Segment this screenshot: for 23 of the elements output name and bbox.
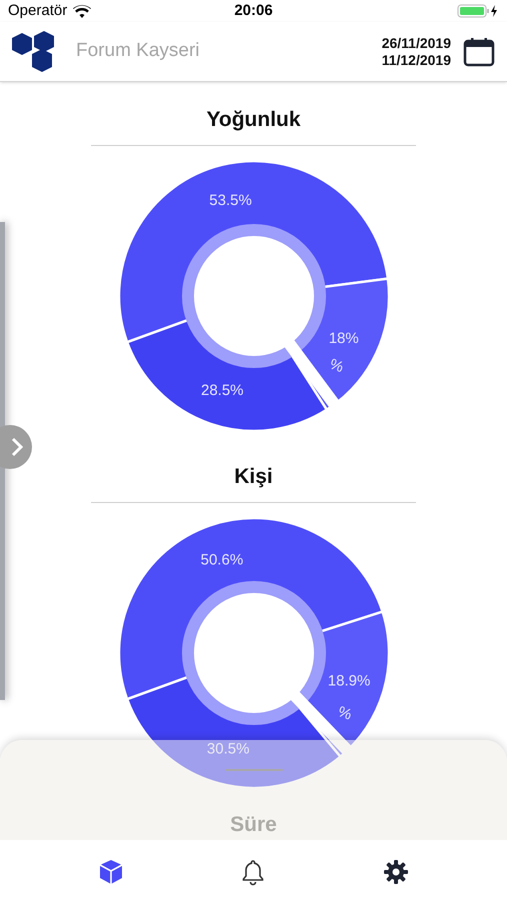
slice-label: 18.9% (327, 672, 370, 690)
settings-icon (382, 858, 410, 886)
battery-icon (457, 4, 499, 18)
section-title: Kişi (234, 464, 273, 490)
start-date: 26/11/2019 (382, 34, 451, 52)
slice-label: % (326, 356, 346, 376)
drawer-toggle-button[interactable] (0, 425, 32, 469)
end-date: 11/12/2019 (382, 52, 451, 68)
slice-label: % (335, 703, 354, 724)
section-title: Süre (230, 812, 277, 838)
slice-label: 28.5% (200, 382, 244, 399)
carrier-name: Operatör (8, 0, 68, 21)
slice-label: 18% (328, 330, 358, 347)
slice-label: 53.5% (208, 192, 252, 209)
sheet-handle[interactable] (224, 769, 282, 770)
status-time: 20:06 (234, 0, 273, 21)
section-title: Yoğunluk (206, 107, 301, 133)
slice-label: 30.5% (206, 740, 249, 758)
slice-label: 50.6% (200, 551, 243, 568)
chevron-right-icon (11, 437, 23, 457)
calendar-icon[interactable] (463, 36, 495, 66)
venue-title: Forum Kayseri (76, 39, 200, 64)
wifi-icon (73, 4, 92, 18)
